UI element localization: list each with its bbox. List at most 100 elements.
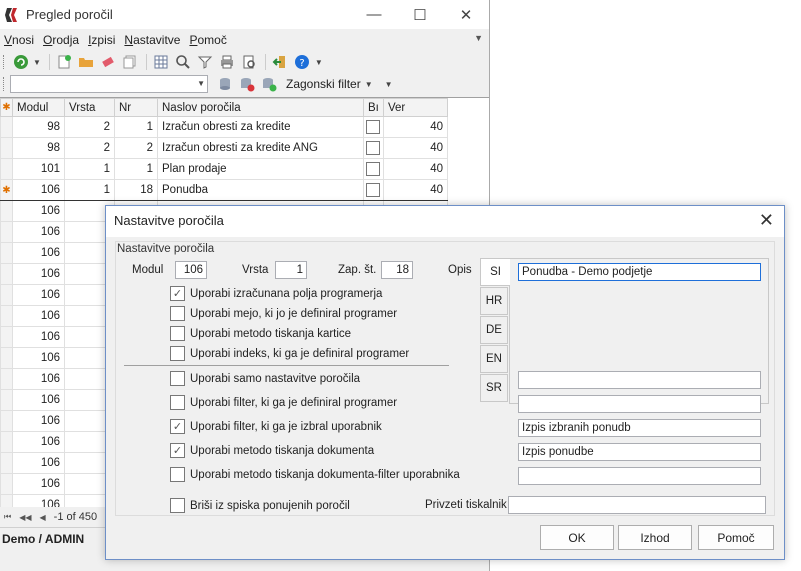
- tab-hr[interactable]: HR: [480, 287, 508, 315]
- table-row[interactable]: 98 2 2 Izračun obresti za kredite ANG 40: [0, 137, 448, 159]
- cell-ver[interactable]: 40: [383, 116, 448, 138]
- cell-modul[interactable]: 101: [12, 158, 65, 180]
- cell-modul[interactable]: 106: [12, 473, 65, 495]
- filter-icon[interactable]: [195, 52, 216, 72]
- close-button[interactable]: ✕: [443, 0, 489, 29]
- cell-nr[interactable]: 18: [114, 179, 158, 201]
- menu-orodja[interactable]: Orodja: [43, 33, 79, 47]
- cell-vrsta[interactable]: 1: [64, 179, 115, 201]
- cell-modul[interactable]: 106: [12, 494, 65, 507]
- checkbox-box[interactable]: [170, 371, 185, 386]
- column-header-modul[interactable]: Modul: [12, 98, 65, 117]
- exit-icon[interactable]: [270, 52, 291, 72]
- checkbox-box[interactable]: [170, 467, 185, 482]
- option-checkbox[interactable]: ✓ Uporabi filter, ki ga je izbral uporabn…: [170, 419, 382, 434]
- dialog-close-icon[interactable]: ✕: [759, 210, 774, 231]
- menu-overflow-icon[interactable]: ▼: [474, 33, 483, 43]
- text-field-5[interactable]: [518, 467, 761, 485]
- menu-izpisi[interactable]: Izpisi: [88, 33, 115, 47]
- default-printer-field[interactable]: [508, 496, 766, 514]
- print-preview-icon[interactable]: [239, 52, 260, 72]
- database-icon[interactable]: [214, 74, 235, 94]
- exit-button[interactable]: Izhod: [618, 525, 692, 550]
- cell-ver[interactable]: 40: [383, 158, 448, 180]
- modul-field[interactable]: 106: [175, 261, 207, 279]
- option-checkbox[interactable]: Uporabi samo nastavitve poročila: [170, 371, 360, 386]
- option-checkbox[interactable]: Uporabi indeks, ki ga je definiral progr…: [170, 346, 409, 361]
- refresh-icon[interactable]: [10, 52, 31, 72]
- column-header-nr[interactable]: Nr: [114, 98, 158, 117]
- cell-modul[interactable]: 106: [12, 179, 65, 201]
- menu-vnosi[interactable]: Vnosi: [4, 33, 34, 47]
- help-button[interactable]: Pomoč: [698, 525, 774, 550]
- row-checkbox-cell[interactable]: [363, 158, 384, 180]
- cell-nr[interactable]: 1: [114, 158, 158, 180]
- row-checkbox-cell[interactable]: [363, 137, 384, 159]
- text-field-2[interactable]: [518, 395, 761, 413]
- tab-si[interactable]: SI: [480, 258, 510, 286]
- cell-modul[interactable]: 106: [12, 263, 65, 285]
- first-record-icon[interactable]: ⏮: [4, 512, 11, 522]
- cell-ver[interactable]: 40: [383, 137, 448, 159]
- cell-modul[interactable]: 106: [12, 242, 65, 264]
- cell-modul[interactable]: 106: [12, 368, 65, 390]
- minimize-button[interactable]: —: [351, 0, 397, 29]
- print-icon[interactable]: [217, 52, 238, 72]
- row-checkbox-cell[interactable]: [363, 179, 384, 201]
- eraser-icon[interactable]: [98, 52, 119, 72]
- help-icon[interactable]: ?: [292, 52, 313, 72]
- open-folder-icon[interactable]: [76, 52, 97, 72]
- prev-page-icon[interactable]: ◀◀: [19, 513, 31, 522]
- checkbox-box[interactable]: [170, 346, 185, 361]
- database-remove-icon[interactable]: [236, 74, 257, 94]
- cell-modul[interactable]: 98: [12, 137, 65, 159]
- checkbox-box[interactable]: [170, 306, 185, 321]
- table-row[interactable]: 98 2 1 Izračun obresti za kredite 40: [0, 116, 448, 138]
- row-checkbox[interactable]: [366, 183, 380, 197]
- cell-modul[interactable]: 106: [12, 410, 65, 432]
- option-checkbox[interactable]: Uporabi mejo, ki jo je definiral program…: [170, 306, 397, 321]
- selected-offers-title-field[interactable]: Izpis izbranih ponudb: [518, 419, 761, 437]
- cell-modul[interactable]: 98: [12, 116, 65, 138]
- cell-modul[interactable]: 106: [12, 221, 65, 243]
- cell-modul[interactable]: 106: [12, 284, 65, 306]
- refresh-dropdown-icon[interactable]: ▼: [33, 58, 41, 67]
- tab-en[interactable]: EN: [480, 345, 508, 373]
- option-checkbox[interactable]: ✓ Uporabi metodo tiskanja dokumenta: [170, 443, 374, 458]
- option-checkbox[interactable]: Uporabi metodo tiskanja dokumenta-filter…: [170, 467, 460, 482]
- filter-toolbar-overflow-icon[interactable]: ▼: [385, 80, 393, 89]
- cell-naslov[interactable]: Ponudba: [157, 179, 364, 201]
- checkbox-box[interactable]: [170, 395, 185, 410]
- cell-vrsta[interactable]: 2: [64, 116, 115, 138]
- row-checkbox-cell[interactable]: [363, 116, 384, 138]
- prev-record-icon[interactable]: ◀: [40, 513, 46, 522]
- cell-modul[interactable]: 106: [12, 389, 65, 411]
- copy-icon[interactable]: [120, 52, 141, 72]
- tab-de[interactable]: DE: [480, 316, 508, 344]
- checkmark-icon[interactable]: ✓: [170, 419, 185, 434]
- menu-pomoc[interactable]: Pomoč: [189, 33, 226, 47]
- cell-modul[interactable]: 106: [12, 305, 65, 327]
- column-header-vrsta[interactable]: Vrsta: [64, 98, 115, 117]
- text-field-1[interactable]: [518, 371, 761, 389]
- column-header-bi[interactable]: Bı: [363, 98, 384, 117]
- cell-nr[interactable]: 1: [114, 116, 158, 138]
- combo-dropdown-icon[interactable]: ▼: [197, 79, 205, 88]
- cell-naslov[interactable]: Izračun obresti za kredite ANG: [157, 137, 364, 159]
- table-row[interactable]: ✱ 106 1 18 Ponudba 40: [0, 179, 448, 201]
- table-row[interactable]: 101 1 1 Plan prodaje 40: [0, 158, 448, 180]
- filter-dropdown-icon[interactable]: ▼: [365, 80, 373, 89]
- row-checkbox[interactable]: [366, 141, 380, 155]
- checkmark-icon[interactable]: ✓: [170, 443, 185, 458]
- offer-print-title-field[interactable]: Izpis ponudbe: [518, 443, 761, 461]
- ok-button[interactable]: OK: [540, 525, 614, 550]
- new-document-icon[interactable]: [54, 52, 75, 72]
- maximize-button[interactable]: ☐: [397, 0, 443, 29]
- startup-filter-menu[interactable]: Zagonski filter: [286, 77, 361, 91]
- cell-vrsta[interactable]: 2: [64, 137, 115, 159]
- delete-from-list-checkbox[interactable]: Briši iz spiska ponujenih poročil: [170, 498, 350, 513]
- tab-sr[interactable]: SR: [480, 374, 508, 402]
- database-add-icon[interactable]: [258, 74, 279, 94]
- vrsta-field[interactable]: 1: [275, 261, 307, 279]
- calculator-icon[interactable]: [151, 52, 172, 72]
